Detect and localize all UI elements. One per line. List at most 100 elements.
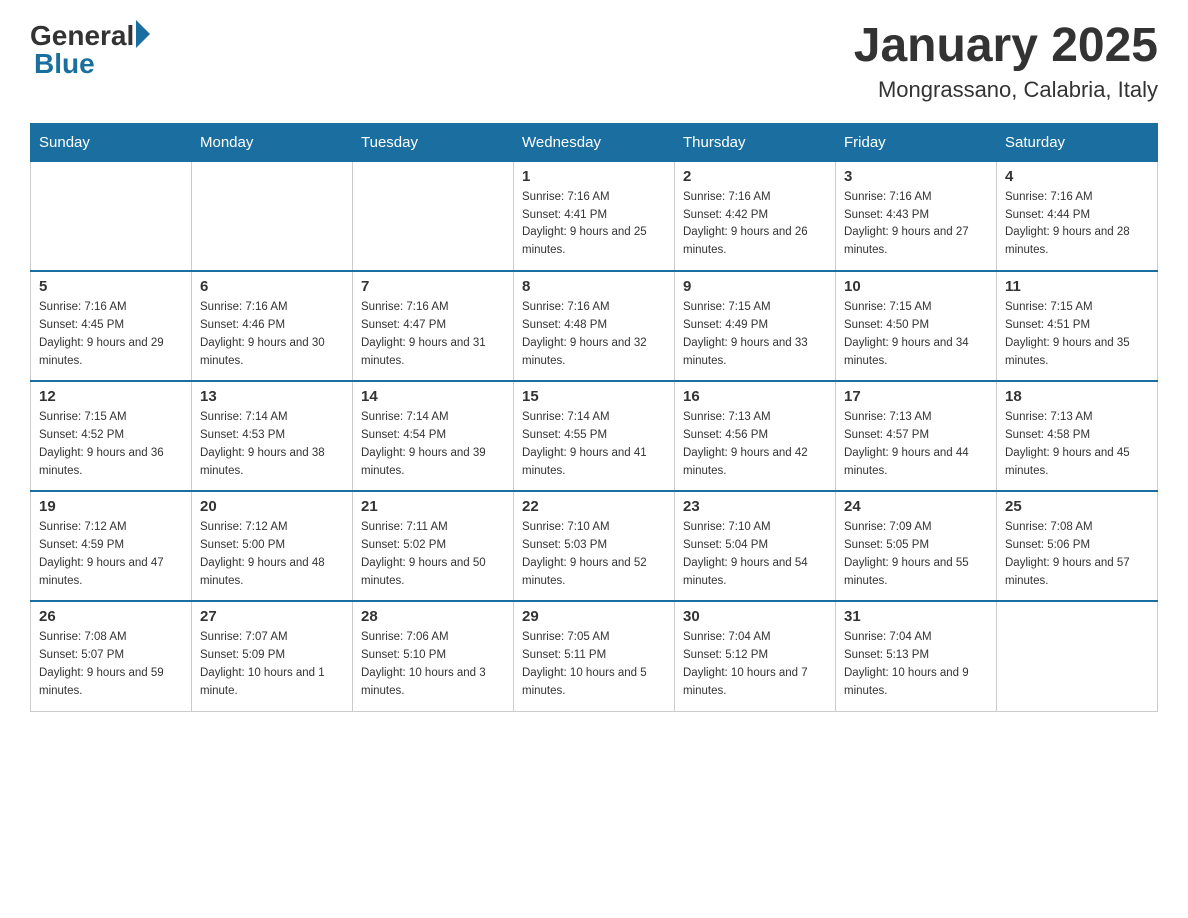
- table-row: 17Sunrise: 7:13 AMSunset: 4:57 PMDayligh…: [836, 381, 997, 491]
- day-info: Sunrise: 7:15 AMSunset: 4:52 PMDaylight:…: [39, 409, 183, 480]
- day-number: 5: [39, 278, 183, 295]
- day-number: 28: [361, 608, 505, 625]
- day-number: 29: [522, 608, 666, 625]
- day-info: Sunrise: 7:16 AMSunset: 4:46 PMDaylight:…: [200, 299, 344, 370]
- header-saturday: Saturday: [997, 123, 1158, 161]
- day-info: Sunrise: 7:14 AMSunset: 4:53 PMDaylight:…: [200, 409, 344, 480]
- table-row: 19 Sunrise: 7:12 AMSunset: 4:59 PMDayligh…: [31, 491, 192, 601]
- day-info: Sunrise: 7:15 AMSunset: 4:49 PMDaylight:…: [683, 299, 827, 370]
- day-info: Sunrise: 7:12 AMSunset: 4:59 PMDaylight:…: [39, 519, 183, 590]
- day-number: 6: [200, 278, 344, 295]
- day-info: Sunrise: 7:08 AMSunset: 5:06 PMDaylight:…: [1005, 519, 1149, 590]
- day-info: Sunrise: 7:10 AMSunset: 5:03 PMDaylight:…: [522, 519, 666, 590]
- day-number: 30: [683, 608, 827, 625]
- day-info: Sunrise: 7:04 AMSunset: 5:13 PMDaylight:…: [844, 629, 988, 700]
- table-row: 25 Sunrise: 7:08 AMSunset: 5:06 PMDayligh…: [997, 491, 1158, 601]
- header-sunday: Sunday: [31, 123, 192, 161]
- table-row: 14Sunrise: 7:14 AMSunset: 4:54 PMDayligh…: [353, 381, 514, 491]
- day-number: 9: [683, 278, 827, 295]
- table-row: 23 Sunrise: 7:10 AMSunset: 5:04 PMDayligh…: [675, 491, 836, 601]
- day-number: 11: [1005, 278, 1149, 295]
- day-info: Sunrise: 7:16 AMSunset: 4:44 PMDaylight:…: [1005, 189, 1149, 260]
- day-number: 17: [844, 388, 988, 405]
- table-row: 16Sunrise: 7:13 AMSunset: 4:56 PMDayligh…: [675, 381, 836, 491]
- table-row: [192, 161, 353, 271]
- day-number: 21: [361, 498, 505, 515]
- day-number: 18: [1005, 388, 1149, 405]
- calendar-table: Sunday Monday Tuesday Wednesday Thursday…: [30, 123, 1158, 712]
- table-row: [353, 161, 514, 271]
- day-number: 7: [361, 278, 505, 295]
- table-row: 9 Sunrise: 7:15 AMSunset: 4:49 PMDaylight…: [675, 271, 836, 381]
- day-number: 26: [39, 608, 183, 625]
- header: General Blue January 2025 Mongrassano, C…: [30, 20, 1158, 103]
- day-number: 27: [200, 608, 344, 625]
- table-row: 4 Sunrise: 7:16 AMSunset: 4:44 PMDaylight…: [997, 161, 1158, 271]
- day-number: 22: [522, 498, 666, 515]
- day-number: 4: [1005, 168, 1149, 185]
- table-row: [31, 161, 192, 271]
- logo: General Blue: [30, 20, 150, 80]
- title-area: January 2025 Mongrassano, Calabria, Ital…: [854, 20, 1158, 103]
- header-tuesday: Tuesday: [353, 123, 514, 161]
- table-row: 1Sunrise: 7:16 AMSunset: 4:41 PMDaylight…: [514, 161, 675, 271]
- table-row: 22 Sunrise: 7:10 AMSunset: 5:03 PMDayligh…: [514, 491, 675, 601]
- day-number: 23: [683, 498, 827, 515]
- table-row: 28Sunrise: 7:06 AMSunset: 5:10 PMDayligh…: [353, 601, 514, 711]
- day-info: Sunrise: 7:08 AMSunset: 5:07 PMDaylight:…: [39, 629, 183, 700]
- table-row: 7 Sunrise: 7:16 AMSunset: 4:47 PMDaylight…: [353, 271, 514, 381]
- table-row: 11 Sunrise: 7:15 AMSunset: 4:51 PMDayligh…: [997, 271, 1158, 381]
- table-row: 10 Sunrise: 7:15 AMSunset: 4:50 PMDayligh…: [836, 271, 997, 381]
- header-monday: Monday: [192, 123, 353, 161]
- day-number: 8: [522, 278, 666, 295]
- table-row: 13 Sunrise: 7:14 AMSunset: 4:53 PMDayligh…: [192, 381, 353, 491]
- day-number: 31: [844, 608, 988, 625]
- day-number: 13: [200, 388, 344, 405]
- header-friday: Friday: [836, 123, 997, 161]
- table-row: 6 Sunrise: 7:16 AMSunset: 4:46 PMDaylight…: [192, 271, 353, 381]
- day-number: 25: [1005, 498, 1149, 515]
- day-number: 24: [844, 498, 988, 515]
- day-number: 1: [522, 168, 666, 185]
- calendar-row: 5 Sunrise: 7:16 AMSunset: 4:45 PMDaylight…: [31, 271, 1158, 381]
- table-row: 31 Sunrise: 7:04 AMSunset: 5:13 PMDayligh…: [836, 601, 997, 711]
- day-info: Sunrise: 7:15 AMSunset: 4:50 PMDaylight:…: [844, 299, 988, 370]
- calendar-row: 19 Sunrise: 7:12 AMSunset: 4:59 PMDayligh…: [31, 491, 1158, 601]
- table-row: 18 Sunrise: 7:13 AMSunset: 4:58 PMDayligh…: [997, 381, 1158, 491]
- table-row: 29 Sunrise: 7:05 AMSunset: 5:11 PMDayligh…: [514, 601, 675, 711]
- calendar-row: 26 Sunrise: 7:08 AMSunset: 5:07 PMDayligh…: [31, 601, 1158, 711]
- day-info: Sunrise: 7:13 AMSunset: 4:56 PMDaylight:…: [683, 409, 827, 480]
- table-row: 2Sunrise: 7:16 AMSunset: 4:42 PMDaylight…: [675, 161, 836, 271]
- table-row: 24Sunrise: 7:09 AMSunset: 5:05 PMDayligh…: [836, 491, 997, 601]
- day-number: 10: [844, 278, 988, 295]
- table-row: 26 Sunrise: 7:08 AMSunset: 5:07 PMDayligh…: [31, 601, 192, 711]
- calendar-row: 12 Sunrise: 7:15 AMSunset: 4:52 PMDayligh…: [31, 381, 1158, 491]
- day-number: 3: [844, 168, 988, 185]
- table-row: [997, 601, 1158, 711]
- day-info: Sunrise: 7:16 AMSunset: 4:42 PMDaylight:…: [683, 189, 827, 260]
- day-number: 19: [39, 498, 183, 515]
- table-row: 12 Sunrise: 7:15 AMSunset: 4:52 PMDayligh…: [31, 381, 192, 491]
- table-row: 15Sunrise: 7:14 AMSunset: 4:55 PMDayligh…: [514, 381, 675, 491]
- page-subtitle: Mongrassano, Calabria, Italy: [854, 77, 1158, 103]
- header-thursday: Thursday: [675, 123, 836, 161]
- day-info: Sunrise: 7:16 AMSunset: 4:45 PMDaylight:…: [39, 299, 183, 370]
- day-info: Sunrise: 7:14 AMSunset: 4:55 PMDaylight:…: [522, 409, 666, 480]
- page-title: January 2025: [854, 20, 1158, 73]
- calendar-row: 1Sunrise: 7:16 AMSunset: 4:41 PMDaylight…: [31, 161, 1158, 271]
- day-info: Sunrise: 7:16 AMSunset: 4:47 PMDaylight:…: [361, 299, 505, 370]
- table-row: 20Sunrise: 7:12 AMSunset: 5:00 PMDayligh…: [192, 491, 353, 601]
- table-row: 27Sunrise: 7:07 AMSunset: 5:09 PMDayligh…: [192, 601, 353, 711]
- table-row: 21Sunrise: 7:11 AMSunset: 5:02 PMDayligh…: [353, 491, 514, 601]
- day-info: Sunrise: 7:05 AMSunset: 5:11 PMDaylight:…: [522, 629, 666, 700]
- logo-arrow-icon: [136, 20, 150, 48]
- day-info: Sunrise: 7:10 AMSunset: 5:04 PMDaylight:…: [683, 519, 827, 590]
- calendar-header-row: Sunday Monday Tuesday Wednesday Thursday…: [31, 123, 1158, 161]
- day-number: 12: [39, 388, 183, 405]
- header-wednesday: Wednesday: [514, 123, 675, 161]
- table-row: 3Sunrise: 7:16 AMSunset: 4:43 PMDaylight…: [836, 161, 997, 271]
- day-info: Sunrise: 7:12 AMSunset: 5:00 PMDaylight:…: [200, 519, 344, 590]
- day-info: Sunrise: 7:15 AMSunset: 4:51 PMDaylight:…: [1005, 299, 1149, 370]
- logo-blue-text: Blue: [34, 48, 150, 80]
- day-info: Sunrise: 7:13 AMSunset: 4:58 PMDaylight:…: [1005, 409, 1149, 480]
